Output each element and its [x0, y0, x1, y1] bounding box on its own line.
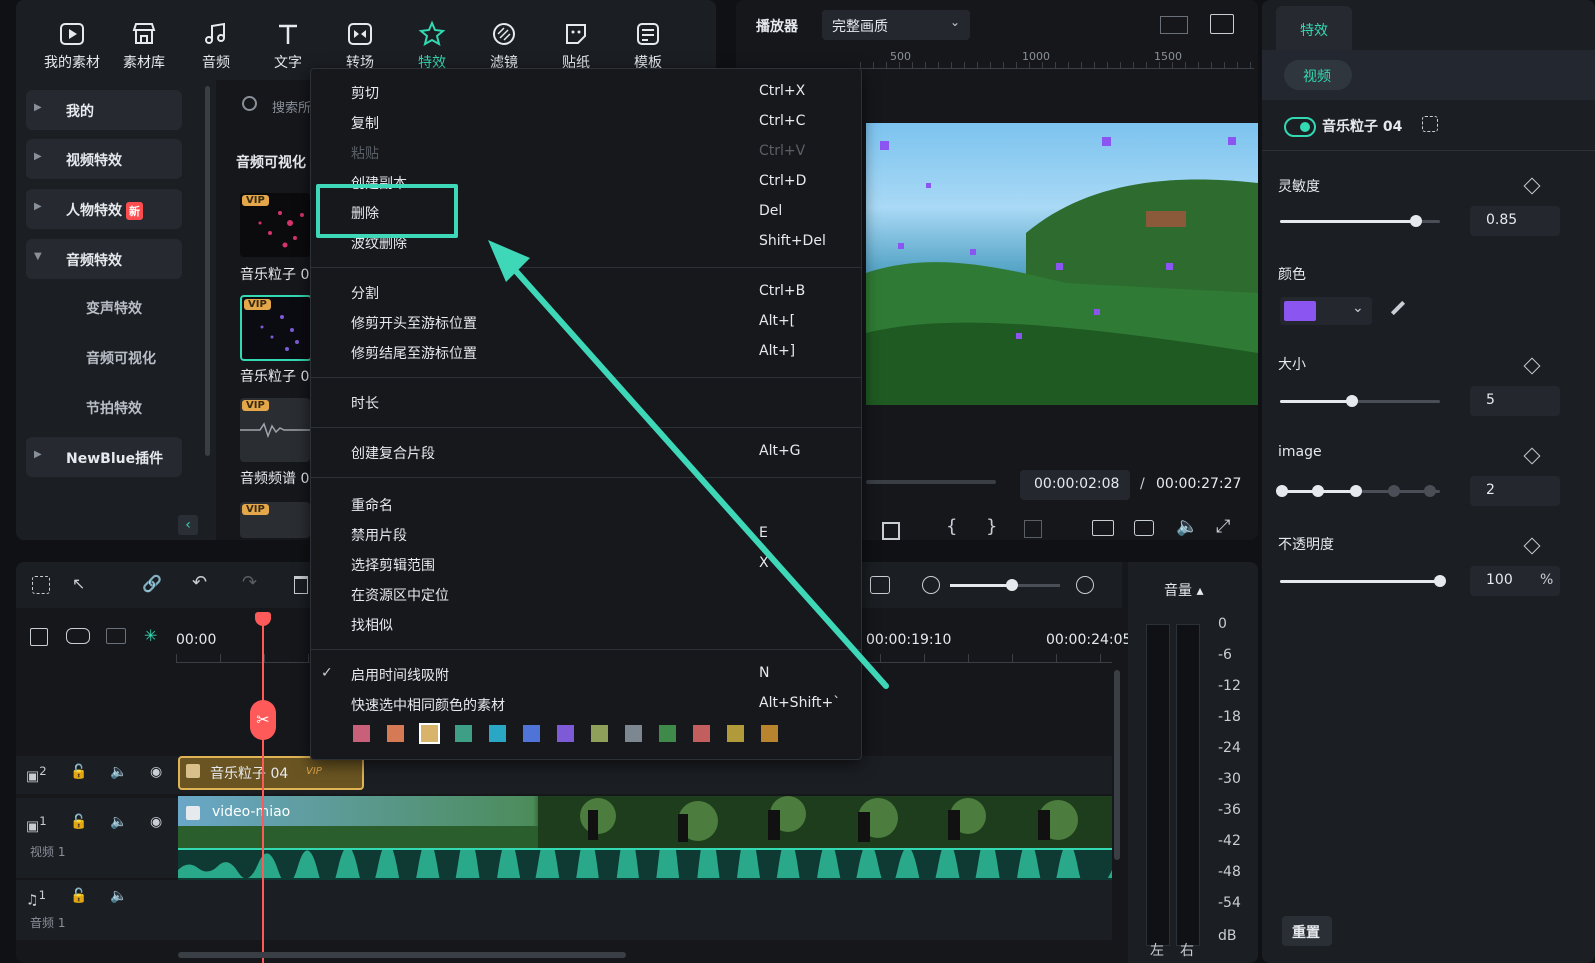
annotation-arrow: [488, 240, 889, 689]
